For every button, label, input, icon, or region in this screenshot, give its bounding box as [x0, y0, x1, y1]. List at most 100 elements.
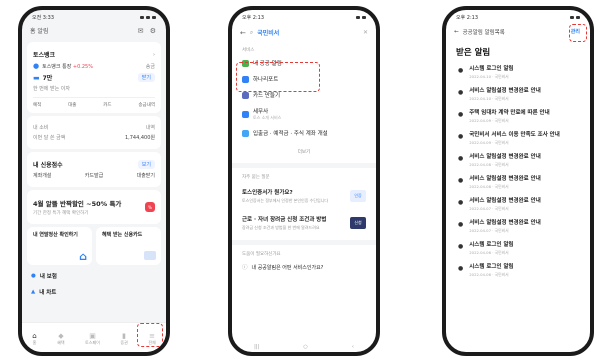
notification-item[interactable]: ● 서비스 알림설정 변경완료 안내 2022.04.07 · 국민비서: [446, 216, 590, 238]
page-title: 받은 알림: [456, 48, 491, 58]
back-arrow-icon[interactable]: ←: [454, 29, 459, 35]
faq-item[interactable]: 근로 · 자녀 장려금 신청 조건과 방법 장려금 신청 조건과 방법을 한 번에…: [232, 209, 376, 236]
phone-search: 오후 2:13 ← ⌕ 국민비서 ✕ 서비스 내 공공 알림 하나리포트 카드 …: [228, 6, 380, 356]
spending-amount: 1,744,400원: [124, 135, 155, 141]
list-item[interactable]: ▲ 내 차트: [27, 284, 161, 300]
bank-title: 토스뱅크: [33, 52, 56, 59]
list-item[interactable]: ● 내 보험: [27, 268, 161, 284]
percent-badge-icon: %: [145, 202, 155, 212]
help-icon: ⓘ: [242, 265, 248, 271]
nav-benefits[interactable]: ◆ 혜택: [57, 332, 64, 346]
search-input[interactable]: 국민비서: [257, 28, 279, 37]
notification-item[interactable]: ● 시스템 로그인 알림 2022.04.10 · 국민비서: [446, 62, 590, 84]
receive-button[interactable]: 받기: [137, 73, 155, 82]
account-name: 토스뱅크 통장: [42, 64, 72, 70]
notification-date: 2022.04.08 · 국민비서: [469, 162, 509, 167]
bank-tab[interactable]: 예적: [33, 102, 41, 108]
bank-icon: ●: [33, 62, 40, 70]
notification-title: 주택 임대차 계약 만료에 따른 안내: [469, 110, 550, 116]
credit-tab[interactable]: 계좌개설: [33, 172, 51, 179]
credit-button[interactable]: 보기: [137, 160, 155, 169]
notification-item[interactable]: ● 주택 임대차 계약 만료에 따른 안내 2022.04.09 · 국민비서: [446, 106, 590, 128]
notification-item[interactable]: ● 국민비서 서비스 이용 만족도 조사 안내 2022.04.09 · 국민비서: [446, 128, 590, 150]
nav-home[interactable]: ⌂ 홈: [32, 332, 36, 346]
notification-title: 서비스 알림설정 변경완료 안내: [469, 176, 541, 182]
notification-date: 2022.04.06 · 국민비서: [469, 250, 509, 255]
notification-title: 서비스 알림설정 변경완료 안내: [469, 220, 541, 226]
notification-title: 시스템 로그인 알림: [469, 264, 514, 270]
spending-link[interactable]: 내역: [146, 124, 155, 131]
bell-icon: ●: [458, 155, 464, 162]
notification-item[interactable]: ● 시스템 로그인 알림 2022.04.06 · 국민비서: [446, 238, 590, 260]
notification-date: 2022.04.09 · 국민비서: [469, 140, 509, 145]
notification-item[interactable]: ● 시스템 로그인 알림 2022.04.06 · 국민비서: [446, 260, 590, 282]
screenshot-stage: 오전 3:33 홈 알림 ✉ ⚙ 토스뱅크 › ● 토스뱅크 통장 +0.25% 송…: [0, 0, 612, 362]
bank-tabs: 예적 대출 카드 송금내역: [33, 97, 155, 108]
bell-icon: ●: [458, 221, 464, 228]
home-button-icon[interactable]: ○: [303, 344, 307, 350]
tax-tile[interactable]: 내 연말정산 확인하기 ⌂: [27, 227, 92, 265]
bell-icon: ●: [458, 67, 464, 74]
notification-item[interactable]: ● 서비스 알림설정 변경완료 안내 2022.04.10 · 국민비서: [446, 84, 590, 106]
notification-item[interactable]: ● 서비스 알림설정 변경완료 안내 2022.04.08 · 국민비서: [446, 172, 590, 194]
notification-item[interactable]: ● 서비스 알림설정 변경완료 안내 2022.04.08 · 국민비서: [446, 150, 590, 172]
bell-icon: ●: [458, 111, 464, 118]
account-rate: +0.25%: [72, 64, 93, 70]
search-bar[interactable]: ← ⌕ 국민비서 ✕: [232, 24, 376, 41]
account-note: 한 번에 받는 이자: [33, 86, 70, 92]
result-item[interactable]: 세무사 토스 소개 서비스: [232, 103, 376, 125]
home-list: ● 내 보험 ▲ 내 차트: [27, 268, 161, 300]
status-bar: 오후 2:13: [446, 10, 590, 24]
highlight-nav-all: [137, 323, 163, 347]
credit-card-tile[interactable]: 혜택 받는 신용카드: [96, 227, 161, 265]
account-action[interactable]: 송금: [146, 63, 155, 70]
credit-tab[interactable]: 대출받기: [137, 172, 155, 179]
status-time: 오전 3:33: [32, 14, 55, 21]
notification-date: 2022.04.09 · 국민비서: [469, 118, 509, 123]
result-item[interactable]: 입출금 · 예적금 · 주식 계좌 개설: [232, 125, 376, 141]
home-icon: ⌂: [32, 331, 37, 340]
spending-month-label: 이번 달 쓴 금액: [33, 135, 66, 141]
notif-header-title: 공공알림 알림목록: [462, 30, 505, 36]
chevron-right-icon: ›: [153, 51, 155, 58]
back-icon[interactable]: ‹: [352, 344, 354, 350]
list-item-label: 내 보험: [39, 274, 57, 280]
promo-card[interactable]: 4월 알뜰 반짝할인 ~50% 특가 기간 한정 특가 혜택 확인하기 %: [27, 190, 161, 224]
bank-card[interactable]: 토스뱅크 › ● 토스뱅크 통장 +0.25% 송금 ▬ 7만 받기 한 번에 받는 …: [27, 42, 161, 113]
faq-thumb: 신청: [350, 216, 366, 229]
faq-label: 자주 묻는 질문: [242, 175, 270, 180]
promo-title: 4월 알뜰 반짝할인 ~50% 특가: [33, 200, 122, 208]
footer-question[interactable]: ⓘ 내 공공알림은 어떤 서비스인가요?: [232, 259, 376, 275]
more-button[interactable]: 더보기: [232, 141, 376, 168]
bell-icon: ●: [458, 177, 464, 184]
recent-icon[interactable]: |||: [254, 344, 259, 350]
faq-item[interactable]: 토스인증서가 뭔가요? 토스인증서는 정부에서 인정한 본인인증 수단입니다 인증: [232, 182, 376, 209]
nav-stocks[interactable]: ▮ 증권: [120, 332, 127, 346]
clear-icon[interactable]: ✕: [363, 29, 368, 36]
notification-title: 시스템 로그인 알림: [469, 242, 514, 248]
faq-title: 근로 · 자녀 장려금 신청 조건과 방법: [242, 217, 327, 223]
help-label: 도움이 필요하신가요: [232, 240, 376, 259]
notification-item[interactable]: ● 서비스 알림설정 변경완료 안내 2022.04.07 · 국민비서: [446, 194, 590, 216]
status-icons: [356, 15, 366, 19]
notification-title: 서비스 알림설정 변경완료 안내: [469, 88, 541, 94]
nav-pay[interactable]: ▣ 토스페이: [85, 332, 100, 346]
credit-tab[interactable]: 카드발급: [85, 172, 103, 179]
bank-tab[interactable]: 대출: [68, 102, 76, 108]
wallet-icon: ▬: [33, 74, 40, 82]
bank-tab[interactable]: 송금내역: [138, 102, 155, 108]
notification-title: 서비스 알림설정 변경완료 안내: [469, 154, 541, 160]
header-icons[interactable]: ✉ ⚙: [138, 27, 158, 35]
result-label: 입출금 · 예적금 · 주식 계좌 개설: [253, 131, 328, 137]
back-arrow-icon[interactable]: ←: [240, 29, 246, 37]
system-nav: ||| ○ ‹: [232, 344, 376, 350]
credit-card[interactable]: 내 신용점수 보기 계좌개설 카드발급 대출받기: [27, 152, 161, 187]
tax-tile-label: 내 연말정산 확인하기: [33, 232, 78, 238]
spending-card[interactable]: 내 소비 내역 이번 달 쓴 금액 1,744,400원: [27, 116, 161, 149]
nav-label: 혜택: [57, 339, 65, 345]
notification-date: 2022.04.08 · 국민비서: [469, 184, 509, 189]
notification-date: 2022.04.10 · 국민비서: [469, 96, 509, 101]
bell-icon: ●: [458, 133, 464, 140]
bank-tab[interactable]: 카드: [103, 102, 111, 108]
result-sub: 토스 소개 서비스: [253, 115, 282, 120]
